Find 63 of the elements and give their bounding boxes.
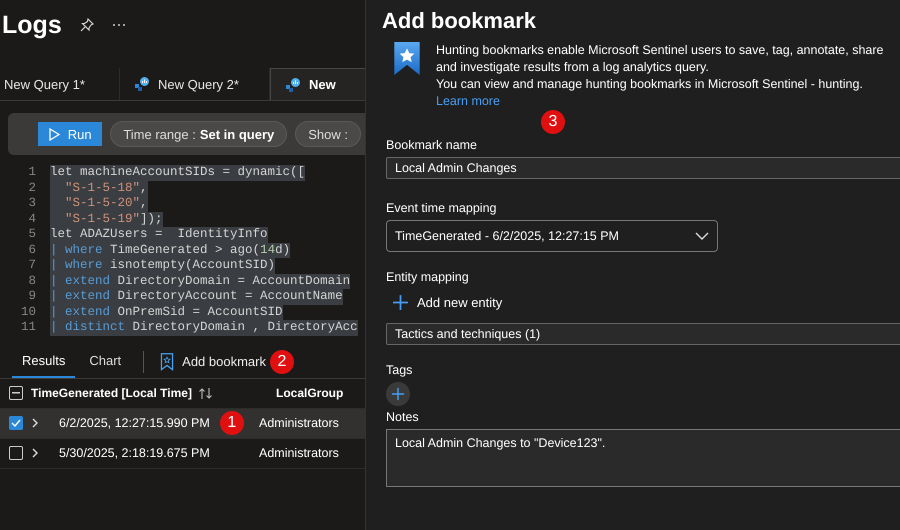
query-icon: [134, 76, 150, 92]
line-number: 8: [27, 274, 37, 289]
table-row[interactable]: 6/2/2025, 12:27:15.990 PM 1 Administrators: [0, 408, 365, 438]
field-label: Bookmark name: [386, 138, 478, 152]
line-number: 10: [20, 304, 37, 320]
line-number: 3: [27, 196, 37, 212]
select-all-checkbox[interactable]: [9, 386, 23, 400]
field-label: Notes: [386, 410, 420, 424]
add-bookmark-button[interactable]: Add bookmark: [156, 352, 270, 370]
info-text: You can view and manage hunting bookmarks in Microsoft Sentinel - hunting.: [436, 76, 864, 93]
line-number: 1: [27, 165, 37, 180]
line-number: 4: [27, 212, 37, 227]
results-tab[interactable]: Results: [12, 346, 76, 378]
page-title: Logs: [2, 10, 62, 40]
minus-icon: [12, 392, 20, 394]
chevron-down-icon: [695, 232, 709, 240]
query-tab[interactable]: New: [270, 68, 365, 100]
bookmark-icon: [394, 42, 420, 75]
add-tag-button[interactable]: [386, 382, 410, 406]
field-label: Tags: [386, 363, 414, 377]
field-label: Event time mapping: [386, 201, 498, 215]
expand-icon[interactable]: [31, 448, 39, 458]
field-label: Entity mapping: [386, 270, 470, 284]
step-badge: 1: [220, 411, 244, 435]
line-number: 6: [27, 242, 37, 258]
play-icon: [48, 128, 60, 140]
table-cell: Administrators: [259, 416, 339, 430]
plus-icon: [391, 387, 405, 401]
learn-more-link[interactable]: Learn more: [436, 93, 896, 110]
plus-icon: [392, 294, 409, 311]
row-checkbox[interactable]: [9, 446, 23, 460]
step-badge: 3: [541, 110, 565, 134]
query-tab[interactable]: New Query 1*: [0, 68, 120, 100]
line-number: 7: [27, 258, 37, 274]
table-cell: 6/2/2025, 12:27:15.990 PM: [59, 416, 210, 430]
time-range-button[interactable]: Time range : Set in query: [110, 121, 288, 147]
table-cell: 5/30/2025, 2:18:19.675 PM: [59, 446, 210, 460]
panel-title: Add bookmark: [382, 8, 538, 34]
tactics-field[interactable]: Tactics and techniques (1): [386, 323, 900, 345]
notes-field[interactable]: Local Admin Changes to "Device123".: [386, 429, 900, 487]
more-icon[interactable]: [112, 23, 126, 27]
results-tab[interactable]: Chart: [79, 346, 132, 378]
line-number: 11: [20, 320, 37, 336]
show-button[interactable]: Show :: [295, 121, 361, 147]
query-icon: [285, 76, 301, 92]
step-badge: 2: [270, 350, 294, 374]
bookmark-icon: [160, 352, 174, 370]
row-checkbox[interactable]: [9, 416, 23, 430]
expand-icon[interactable]: [31, 418, 39, 428]
column-header[interactable]: LocalGroup: [276, 386, 344, 400]
column-header[interactable]: TimeGenerated [Local Time]: [31, 386, 192, 400]
event-time-dropdown[interactable]: TimeGenerated - 6/2/2025, 12:27:15 PM: [386, 220, 718, 252]
bookmark-name-field[interactable]: Local Admin Changes: [386, 157, 900, 179]
line-number: 9: [27, 289, 37, 304]
pin-icon[interactable]: [80, 18, 94, 32]
line-number: 5: [27, 227, 37, 242]
run-button[interactable]: Run: [38, 122, 102, 146]
sort-icon[interactable]: [198, 386, 214, 400]
add-entity-button[interactable]: Add new entity: [392, 294, 502, 311]
info-text: Hunting bookmarks enable Microsoft Sentinel users to save, tag, annotate, share and investigate results from a log analytics query.: [436, 42, 884, 76]
table-cell: Administrators: [259, 446, 339, 460]
line-number: 2: [27, 180, 37, 196]
table-row[interactable]: 5/30/2025, 2:18:19.675 PM Administrators: [0, 438, 365, 468]
